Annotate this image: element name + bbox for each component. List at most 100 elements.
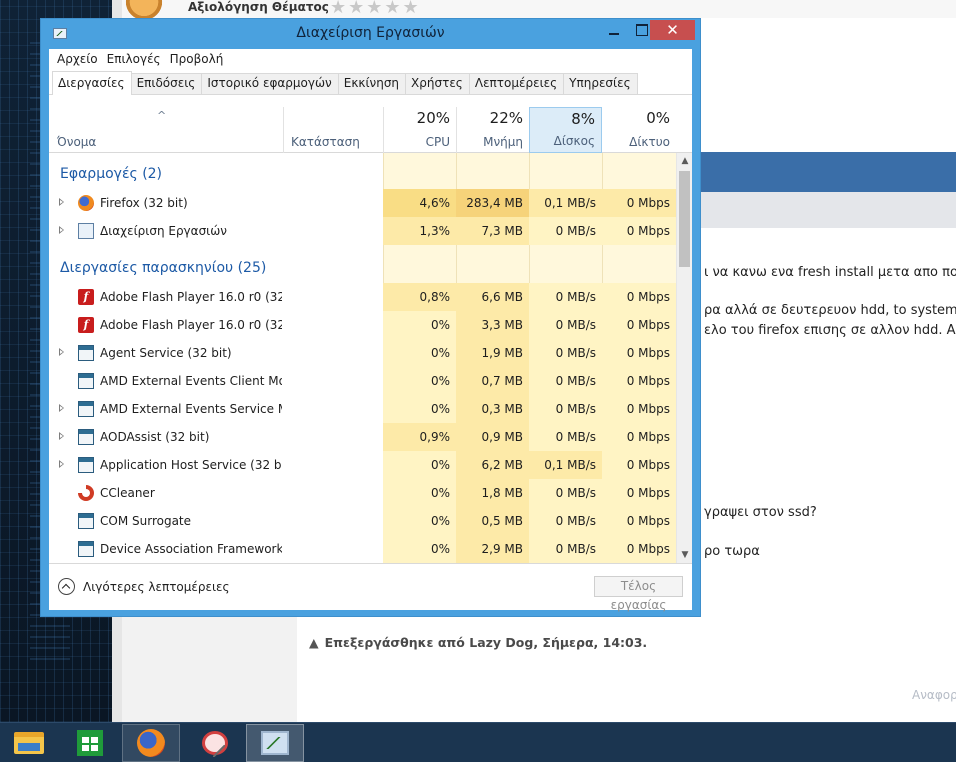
- process-row[interactable]: COM Surrogate 0% 0,5 MB 0 MB/s 0 Mbps: [49, 507, 676, 535]
- tab-startup[interactable]: Εκκίνηση: [337, 73, 407, 94]
- column-header-name[interactable]: Όνομα: [49, 107, 283, 153]
- process-disk: 0 MB/s: [529, 507, 602, 535]
- process-row[interactable]: AODAssist (32 bit) 0,9% 0,9 MB 0 MB/s 0 …: [49, 423, 676, 451]
- title-bar[interactable]: Διαχείριση Εργασιών ✕: [41, 19, 700, 49]
- expand-arrow-icon[interactable]: [59, 348, 64, 356]
- process-cpu: 0%: [383, 451, 456, 479]
- process-name: Διαχείριση Εργασιών: [100, 224, 227, 238]
- process-name: Application Host Service (32 bit): [100, 458, 282, 472]
- column-header-cpu[interactable]: 20% CPU: [383, 107, 456, 153]
- process-name: COM Surrogate: [100, 514, 192, 528]
- process-cpu: 0,9%: [383, 423, 456, 451]
- service-icon: [78, 541, 94, 557]
- flash-icon: f: [78, 289, 94, 305]
- process-network: 0 Mbps: [602, 507, 676, 535]
- menu-view[interactable]: Προβολή: [166, 49, 229, 71]
- warning-icon: ▲: [309, 635, 319, 650]
- tab-users[interactable]: Χρήστες: [405, 73, 470, 94]
- tab-strip: Διεργασίες Επιδόσεις Ιστορικό εφαρμογών …: [49, 71, 692, 95]
- fewer-details-label: Λιγότερες λεπτομέρειες: [83, 579, 230, 594]
- process-name: Adobe Flash Player 16.0 r0 (32 bit): [100, 318, 282, 332]
- process-cpu: 0%: [383, 507, 456, 535]
- tab-details[interactable]: Λεπτομέρειες: [468, 73, 565, 94]
- rating-stars[interactable]: ★★★★★: [330, 0, 421, 18]
- process-disk: 0 MB/s: [529, 283, 602, 311]
- taskbar-task-manager[interactable]: [246, 724, 304, 762]
- tab-performance[interactable]: Επιδόσεις: [130, 73, 203, 94]
- process-cpu: 0%: [383, 339, 456, 367]
- minimize-button[interactable]: [601, 20, 627, 40]
- process-cpu: 0%: [383, 311, 456, 339]
- process-row[interactable]: Device Association Framework ... 0% 2,9 …: [49, 535, 676, 563]
- menu-options[interactable]: Επιλογές: [103, 49, 166, 71]
- process-cpu: 0%: [383, 395, 456, 423]
- scroll-down-arrow-icon[interactable]: ▼: [677, 547, 693, 563]
- process-cpu: 0%: [383, 367, 456, 395]
- column-header-memory[interactable]: 22% Μνήμη: [456, 107, 529, 153]
- edited-note-text: Επεξεργάσθηκε από Lazy Dog, Σήμερα, 14:0…: [324, 635, 648, 650]
- process-list: Εφαρμογές (2) Firefox (32 bit) 4,6% 283,…: [49, 153, 676, 563]
- process-row[interactable]: Διαχείριση Εργασιών 1,3% 7,3 MB 0 MB/s 0…: [49, 217, 676, 245]
- process-row[interactable]: f Adobe Flash Player 16.0 r0 (32 bit) 0,…: [49, 283, 676, 311]
- column-header-disk[interactable]: 8% Δίσκος: [529, 107, 602, 153]
- tab-processes[interactable]: Διεργασίες: [52, 71, 132, 95]
- service-icon: [78, 401, 94, 417]
- cpu-total: 20%: [416, 109, 450, 127]
- expand-arrow-icon[interactable]: [59, 226, 64, 234]
- fewer-details-button[interactable]: Λιγότερες λεπτομέρειες: [58, 578, 230, 595]
- process-row[interactable]: Agent Service (32 bit) 0% 1,9 MB 0 MB/s …: [49, 339, 676, 367]
- column-label-status: Κατάσταση: [291, 135, 360, 149]
- process-network: 0 Mbps: [602, 367, 676, 395]
- process-name: Agent Service (32 bit): [100, 346, 232, 360]
- process-list-scrollbar[interactable]: ▲ ▼: [676, 153, 692, 563]
- menu-file[interactable]: Αρχείο: [53, 49, 103, 71]
- taskbar-store[interactable]: [61, 724, 119, 762]
- process-name: AMD External Events Service Mo...: [100, 402, 282, 416]
- column-header-status[interactable]: Κατάσταση: [283, 107, 383, 153]
- taskbar-file-explorer[interactable]: [0, 724, 58, 762]
- tab-services[interactable]: Υπηρεσίες: [563, 73, 638, 94]
- expand-arrow-icon[interactable]: [59, 460, 64, 468]
- expand-arrow-icon[interactable]: [59, 404, 64, 412]
- column-label-memory: Μνήμη: [483, 135, 523, 149]
- process-network: 0 Mbps: [602, 311, 676, 339]
- service-icon: [78, 513, 94, 529]
- process-disk: 0 MB/s: [529, 423, 602, 451]
- process-name: CCleaner: [100, 486, 155, 500]
- process-network: 0 Mbps: [602, 535, 676, 563]
- process-row[interactable]: AMD External Events Client Mo... 0% 0,7 …: [49, 367, 676, 395]
- end-task-button[interactable]: Τέλος εργασίας: [594, 576, 683, 612]
- process-name: Adobe Flash Player 16.0 r0 (32 bit): [100, 290, 282, 304]
- scroll-up-arrow-icon[interactable]: ▲: [677, 153, 693, 169]
- process-row[interactable]: CCleaner 0% 1,8 MB 0 MB/s 0 Mbps: [49, 479, 676, 507]
- taskbar: [0, 722, 956, 762]
- process-row[interactable]: f Adobe Flash Player 16.0 r0 (32 bit) 0%…: [49, 311, 676, 339]
- process-memory: 0,5 MB: [456, 507, 529, 535]
- report-link[interactable]: Αναφορ: [912, 688, 956, 702]
- file-explorer-icon: [14, 732, 44, 754]
- process-network: 0 Mbps: [602, 479, 676, 507]
- close-button[interactable]: ✕: [650, 20, 695, 40]
- process-disk: 0 MB/s: [529, 535, 602, 563]
- process-network: 0 Mbps: [602, 283, 676, 311]
- process-disk: 0 MB/s: [529, 339, 602, 367]
- process-disk: 0 MB/s: [529, 479, 602, 507]
- post-text-line: γραψει στον ssd?: [704, 505, 817, 520]
- task-manager-icon: [261, 731, 289, 755]
- task-manager-icon: [78, 223, 94, 239]
- scrollbar-thumb[interactable]: [679, 171, 690, 267]
- taskbar-snipping-tool[interactable]: [184, 724, 242, 762]
- firefox-icon: [137, 729, 165, 757]
- process-row[interactable]: Application Host Service (32 bit) 0% 6,2…: [49, 451, 676, 479]
- column-header-network[interactable]: 0% Δίκτυο: [602, 107, 676, 153]
- tab-app-history[interactable]: Ιστορικό εφαρμογών: [201, 73, 339, 94]
- window-footer: Λιγότερες λεπτομέρειες Τέλος εργασίας: [49, 563, 692, 612]
- expand-arrow-icon[interactable]: [59, 198, 64, 206]
- process-row[interactable]: AMD External Events Service Mo... 0% 0,3…: [49, 395, 676, 423]
- expand-arrow-icon[interactable]: [59, 432, 64, 440]
- process-row[interactable]: Firefox (32 bit) 4,6% 283,4 MB 0,1 MB/s …: [49, 189, 676, 217]
- taskbar-firefox[interactable]: [122, 724, 180, 762]
- process-network: 0 Mbps: [602, 339, 676, 367]
- service-icon: [78, 373, 94, 389]
- firefox-icon: [78, 195, 94, 211]
